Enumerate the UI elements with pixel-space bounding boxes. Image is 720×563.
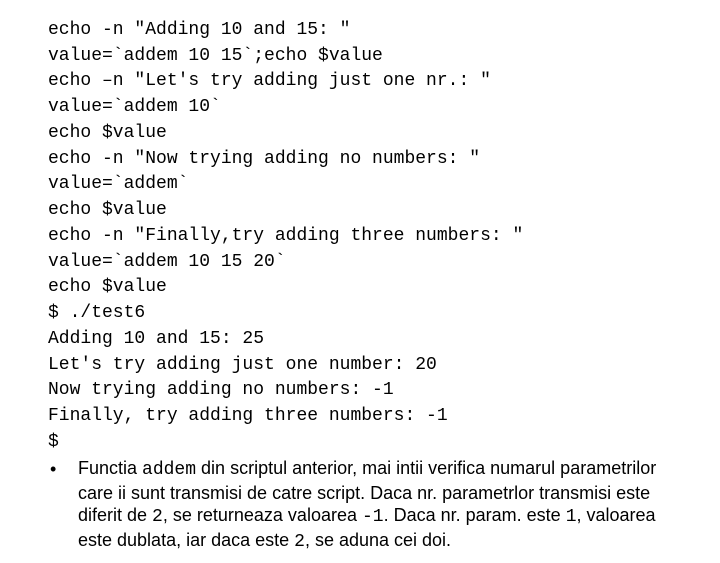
code-line: $: [48, 430, 680, 456]
code-line: echo –n "Let's try adding just one nr.: …: [48, 69, 680, 95]
bullet-item: • Functia addem din scriptul anterior, m…: [48, 457, 680, 553]
code-line: $ ./test6: [48, 301, 680, 327]
desc-text: . Daca nr. param. este: [384, 505, 566, 525]
code-line: Now trying adding no numbers: -1: [48, 378, 680, 404]
inline-code: -1: [362, 507, 384, 527]
code-line: Adding 10 and 15: 25: [48, 327, 680, 353]
code-line: value=`addem 10`: [48, 95, 680, 121]
code-line: echo -n "Adding 10 and 15: ": [48, 18, 680, 44]
code-line: value=`addem 10 15`;echo $value: [48, 44, 680, 70]
slide-content: echo -n "Adding 10 and 15: " value=`adde…: [0, 0, 720, 563]
code-line: echo $value: [48, 198, 680, 224]
code-line: value=`addem`: [48, 172, 680, 198]
inline-code: addem: [142, 460, 196, 480]
desc-text: , se returneaza valoarea: [163, 505, 362, 525]
code-line: Let's try adding just one number: 20: [48, 353, 680, 379]
inline-code: 2: [294, 532, 305, 552]
bullet-glyph: •: [48, 457, 78, 483]
code-line: echo $value: [48, 275, 680, 301]
desc-text: Functia: [78, 458, 142, 478]
description-text: Functia addem din scriptul anterior, mai…: [78, 457, 680, 553]
inline-code: 2: [152, 507, 163, 527]
code-line: echo -n "Finally,try adding three number…: [48, 224, 680, 250]
inline-code: 1: [566, 507, 577, 527]
code-line: echo -n "Now trying adding no numbers: ": [48, 147, 680, 173]
code-line: Finally, try adding three numbers: -1: [48, 404, 680, 430]
code-line: value=`addem 10 15 20`: [48, 250, 680, 276]
code-line: echo $value: [48, 121, 680, 147]
